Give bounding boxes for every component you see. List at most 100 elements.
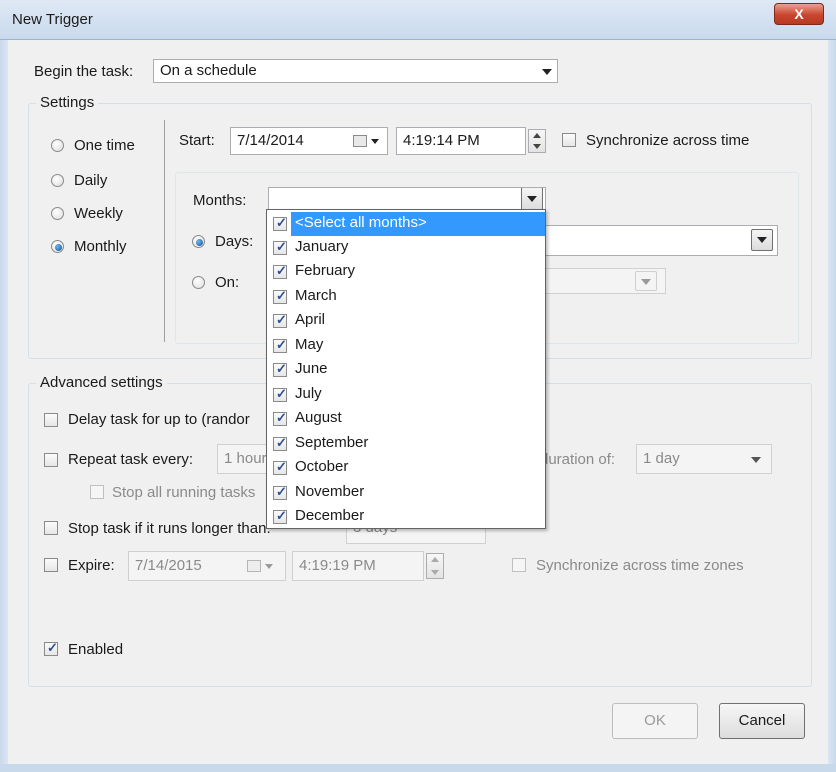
radio-daily-label: Daily xyxy=(74,172,108,189)
checkmark-icon: ✓ xyxy=(276,312,287,327)
cancel-button[interactable]: Cancel xyxy=(719,703,805,739)
delay-label: Delay task for up to (randor xyxy=(68,411,250,428)
month-option-august[interactable]: ✓ August xyxy=(267,407,545,431)
days-select[interactable] xyxy=(540,225,778,256)
spin-down-icon xyxy=(533,144,541,149)
enabled-checkbox[interactable]: ✓ xyxy=(44,640,58,656)
repeat-label: Repeat task every: xyxy=(68,451,194,468)
checkmark-icon: ✓ xyxy=(276,239,287,254)
close-button[interactable]: X xyxy=(774,3,824,25)
month-checkbox[interactable]: ✓ xyxy=(273,386,287,402)
stop-longer-checkbox[interactable] xyxy=(44,521,58,535)
expire-checkbox[interactable] xyxy=(44,558,58,572)
radio-daily[interactable] xyxy=(51,174,64,187)
start-time-spinner[interactable] xyxy=(528,129,546,153)
month-checkbox[interactable]: ✓ xyxy=(273,239,287,255)
calendar-icon xyxy=(353,135,367,147)
month-checkbox[interactable]: ✓ xyxy=(273,337,287,353)
expire-sync-checkbox[interactable] xyxy=(512,558,526,572)
month-option-october[interactable]: ✓ October xyxy=(267,456,545,480)
month-checkbox[interactable]: ✓ xyxy=(273,215,287,231)
stop-running-label: Stop all running tasks xyxy=(112,484,256,501)
month-checkbox[interactable]: ✓ xyxy=(273,508,287,524)
duration-value: 1 day xyxy=(643,450,680,467)
month-checkbox[interactable]: ✓ xyxy=(273,312,287,328)
checkmark-icon: ✓ xyxy=(276,459,287,474)
chevron-down-icon xyxy=(757,237,767,243)
month-option-label: October xyxy=(295,458,349,475)
stop-running-checkbox[interactable] xyxy=(90,485,104,499)
delay-checkbox[interactable] xyxy=(44,413,58,427)
checkmark-icon: ✓ xyxy=(276,337,287,352)
start-label: Start: xyxy=(179,132,215,149)
expire-time-spinner[interactable] xyxy=(426,553,444,579)
close-icon: X xyxy=(794,6,804,22)
repeat-checkbox[interactable] xyxy=(44,453,58,467)
month-checkbox[interactable]: ✓ xyxy=(273,484,287,500)
radio-monthly[interactable] xyxy=(51,240,64,253)
days-dropdown-button[interactable] xyxy=(751,229,773,251)
month-option-label: February xyxy=(295,262,356,279)
expire-time-field[interactable]: 4:19:19 PM xyxy=(292,551,424,581)
months-label: Months: xyxy=(193,192,247,209)
month-checkbox[interactable]: ✓ xyxy=(273,410,287,426)
repeat-interval-value: 1 hour xyxy=(224,450,267,467)
month-checkbox[interactable]: ✓ xyxy=(273,288,287,304)
radio-on-label: On: xyxy=(215,274,240,291)
expire-label: Expire: xyxy=(68,557,115,574)
duration-select[interactable]: 1 day xyxy=(636,444,772,474)
months-select[interactable] xyxy=(268,187,546,211)
checkmark-icon: ✓ xyxy=(276,484,287,499)
months-dropdown-button[interactable] xyxy=(521,188,543,210)
month-option-label: August xyxy=(295,409,342,426)
month-checkbox[interactable]: ✓ xyxy=(273,263,287,279)
advanced-group-title: Advanced settings xyxy=(36,374,167,391)
checkmark-icon: ✓ xyxy=(276,410,287,425)
month-option-june[interactable]: ✓ June xyxy=(267,358,545,382)
month-option-march[interactable]: ✓ March xyxy=(267,285,545,309)
duration-label: duration of: xyxy=(540,451,616,468)
repeat-interval-select[interactable]: 1 hour xyxy=(217,444,269,474)
month-checkbox[interactable]: ✓ xyxy=(273,459,287,475)
sync-label: Synchronize across time xyxy=(586,132,750,149)
expire-date-value: 7/14/2015 xyxy=(135,557,202,574)
window-title: New Trigger xyxy=(12,11,93,28)
month-option-july[interactable]: ✓ July xyxy=(267,383,545,407)
expire-date-picker[interactable]: 7/14/2015 xyxy=(128,551,286,581)
month-option-label: January xyxy=(295,238,349,255)
month-option-label: July xyxy=(295,385,322,402)
ok-button[interactable]: OK xyxy=(612,703,698,739)
month-option-label: November xyxy=(295,483,365,500)
begin-task-label: Begin the task: xyxy=(34,63,134,80)
chevron-down-icon xyxy=(371,139,379,144)
on-select[interactable] xyxy=(540,268,666,294)
month-option-september[interactable]: ✓ September xyxy=(267,432,545,456)
month-checkbox[interactable]: ✓ xyxy=(273,435,287,451)
month-option-february[interactable]: ✓ February xyxy=(267,260,545,284)
on-dropdown-button xyxy=(635,271,657,291)
start-time-field[interactable]: 4:19:14 PM xyxy=(396,127,526,155)
sync-checkbox[interactable] xyxy=(562,133,576,147)
settings-divider xyxy=(164,120,165,342)
spin-up-icon xyxy=(431,557,439,562)
radio-days[interactable] xyxy=(192,235,205,248)
month-option-january[interactable]: ✓ January xyxy=(267,236,545,260)
begin-task-select[interactable]: On a schedule xyxy=(153,59,558,83)
start-time-value: 4:19:14 PM xyxy=(403,132,480,149)
radio-weekly[interactable] xyxy=(51,207,64,220)
radio-on[interactable] xyxy=(192,276,205,289)
calendar-icon xyxy=(247,560,261,572)
month-checkbox[interactable]: ✓ xyxy=(273,361,287,377)
window-frame-bottom xyxy=(0,764,836,772)
radio-one-time[interactable] xyxy=(51,139,64,152)
radio-one-time-label: One time xyxy=(74,137,135,154)
months-dropdown-list: ✓ <Select all months> ✓ January ✓ February … xyxy=(266,209,546,529)
month-option-select-all[interactable]: ✓ <Select all months> xyxy=(267,212,545,236)
checkmark-icon: ✓ xyxy=(276,508,287,523)
window-frame-right xyxy=(828,40,836,772)
month-option-may[interactable]: ✓ May xyxy=(267,334,545,358)
start-date-picker[interactable]: 7/14/2014 xyxy=(230,127,388,155)
month-option-november[interactable]: ✓ November xyxy=(267,481,545,505)
month-option-april[interactable]: ✓ April xyxy=(267,309,545,333)
month-option-december[interactable]: ✓ December xyxy=(267,505,545,529)
